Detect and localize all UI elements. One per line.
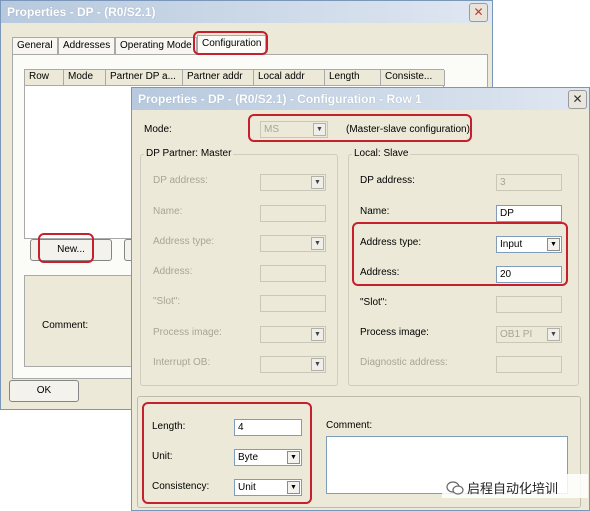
tab-operating-mode[interactable]: Operating Mode bbox=[115, 37, 197, 54]
partner-name-field[interactable] bbox=[260, 205, 326, 222]
local-process-image-value: OB1 PI bbox=[500, 329, 533, 340]
column-consistency[interactable]: Consiste... bbox=[381, 70, 445, 86]
highlight-address-type-and-address bbox=[352, 222, 568, 286]
chevron-down-icon: ▼ bbox=[311, 328, 324, 341]
local-name-value: DP bbox=[500, 208, 514, 219]
watermark: 启程自动化培训 bbox=[442, 474, 588, 498]
ok-button[interactable]: OK bbox=[9, 380, 79, 402]
local-process-image-select[interactable]: OB1 PI ▼ bbox=[496, 326, 562, 343]
column-mode[interactable]: Mode bbox=[64, 70, 106, 86]
partner-process-image-select[interactable]: ▼ bbox=[260, 326, 326, 343]
dp-partner-master-group-label: DP Partner: Master bbox=[144, 148, 234, 159]
partner-slot-label: "Slot": bbox=[153, 296, 181, 307]
partner-process-image-label: Process image: bbox=[153, 327, 222, 338]
local-slot-label: "Slot": bbox=[360, 297, 388, 308]
column-length[interactable]: Length bbox=[325, 70, 381, 86]
chevron-down-icon: ▼ bbox=[311, 176, 324, 189]
outer-close-icon[interactable]: ✕ bbox=[469, 3, 488, 22]
watermark-text: 启程自动化培训 bbox=[467, 482, 559, 497]
local-dp-address-field[interactable]: 3 bbox=[496, 174, 562, 191]
local-name-label: Name: bbox=[360, 206, 390, 217]
highlight-configuration-tab bbox=[193, 31, 268, 55]
chevron-down-icon: ▼ bbox=[311, 237, 324, 250]
wechat-icon bbox=[446, 481, 464, 495]
local-dp-address-label: DP address: bbox=[360, 175, 415, 186]
partner-name-label: Name: bbox=[153, 206, 183, 217]
column-local-addr[interactable]: Local addr bbox=[254, 70, 325, 86]
dialog-close-icon[interactable]: ✕ bbox=[568, 90, 587, 109]
dialog-title: Properties - DP - (R0/S2.1) - Configurat… bbox=[138, 92, 422, 106]
outer-title-bar: Properties - DP - (R0/S2.1) bbox=[1, 1, 492, 23]
highlight-length-unit-consistency bbox=[142, 402, 312, 504]
local-dp-address-value: 3 bbox=[500, 177, 506, 188]
partner-address-label: Address: bbox=[153, 266, 193, 277]
partner-slot-field[interactable] bbox=[260, 295, 326, 312]
highlight-new-button bbox=[38, 233, 94, 263]
local-diagnostic-address-label: Diagnostic address: bbox=[360, 357, 448, 368]
mode-label: Mode: bbox=[144, 124, 172, 135]
tab-addresses[interactable]: Addresses bbox=[58, 37, 116, 54]
outer-comment-area: Comment: bbox=[24, 275, 148, 367]
column-row[interactable]: Row bbox=[25, 70, 64, 86]
partner-address-field[interactable] bbox=[260, 265, 326, 282]
column-partner-dp-address[interactable]: Partner DP a... bbox=[106, 70, 183, 86]
highlight-mode bbox=[248, 114, 472, 142]
partner-dp-address-select[interactable]: ▼ bbox=[260, 174, 326, 191]
chevron-down-icon: ▼ bbox=[311, 358, 324, 371]
local-process-image-label: Process image: bbox=[360, 327, 429, 338]
chevron-down-icon: ▼ bbox=[547, 328, 560, 341]
partner-address-type-select[interactable]: ▼ bbox=[260, 235, 326, 252]
comment-label: Comment: bbox=[326, 420, 373, 431]
local-diagnostic-address-field[interactable] bbox=[496, 356, 562, 373]
dialog-title-bar: Properties - DP - (R0/S2.1) - Configurat… bbox=[132, 88, 589, 110]
partner-dp-address-label: DP address: bbox=[153, 175, 208, 186]
local-slave-group-label: Local: Slave bbox=[352, 148, 411, 159]
partner-interrupt-ob-label: Interrupt OB: bbox=[153, 357, 211, 368]
partner-interrupt-ob-select[interactable]: ▼ bbox=[260, 356, 326, 373]
column-partner-addr[interactable]: Partner addr bbox=[183, 70, 254, 86]
dp-partner-master-group: DP Partner: Master DP address: ▼ Name: A… bbox=[140, 148, 338, 386]
tab-general[interactable]: General bbox=[12, 37, 58, 54]
outer-title: Properties - DP - (R0/S2.1) bbox=[7, 5, 156, 19]
partner-address-type-label: Address type: bbox=[153, 236, 215, 247]
local-slot-field[interactable] bbox=[496, 296, 562, 313]
local-name-field[interactable]: DP bbox=[496, 205, 562, 222]
outer-comment-label: Comment: bbox=[42, 320, 89, 331]
